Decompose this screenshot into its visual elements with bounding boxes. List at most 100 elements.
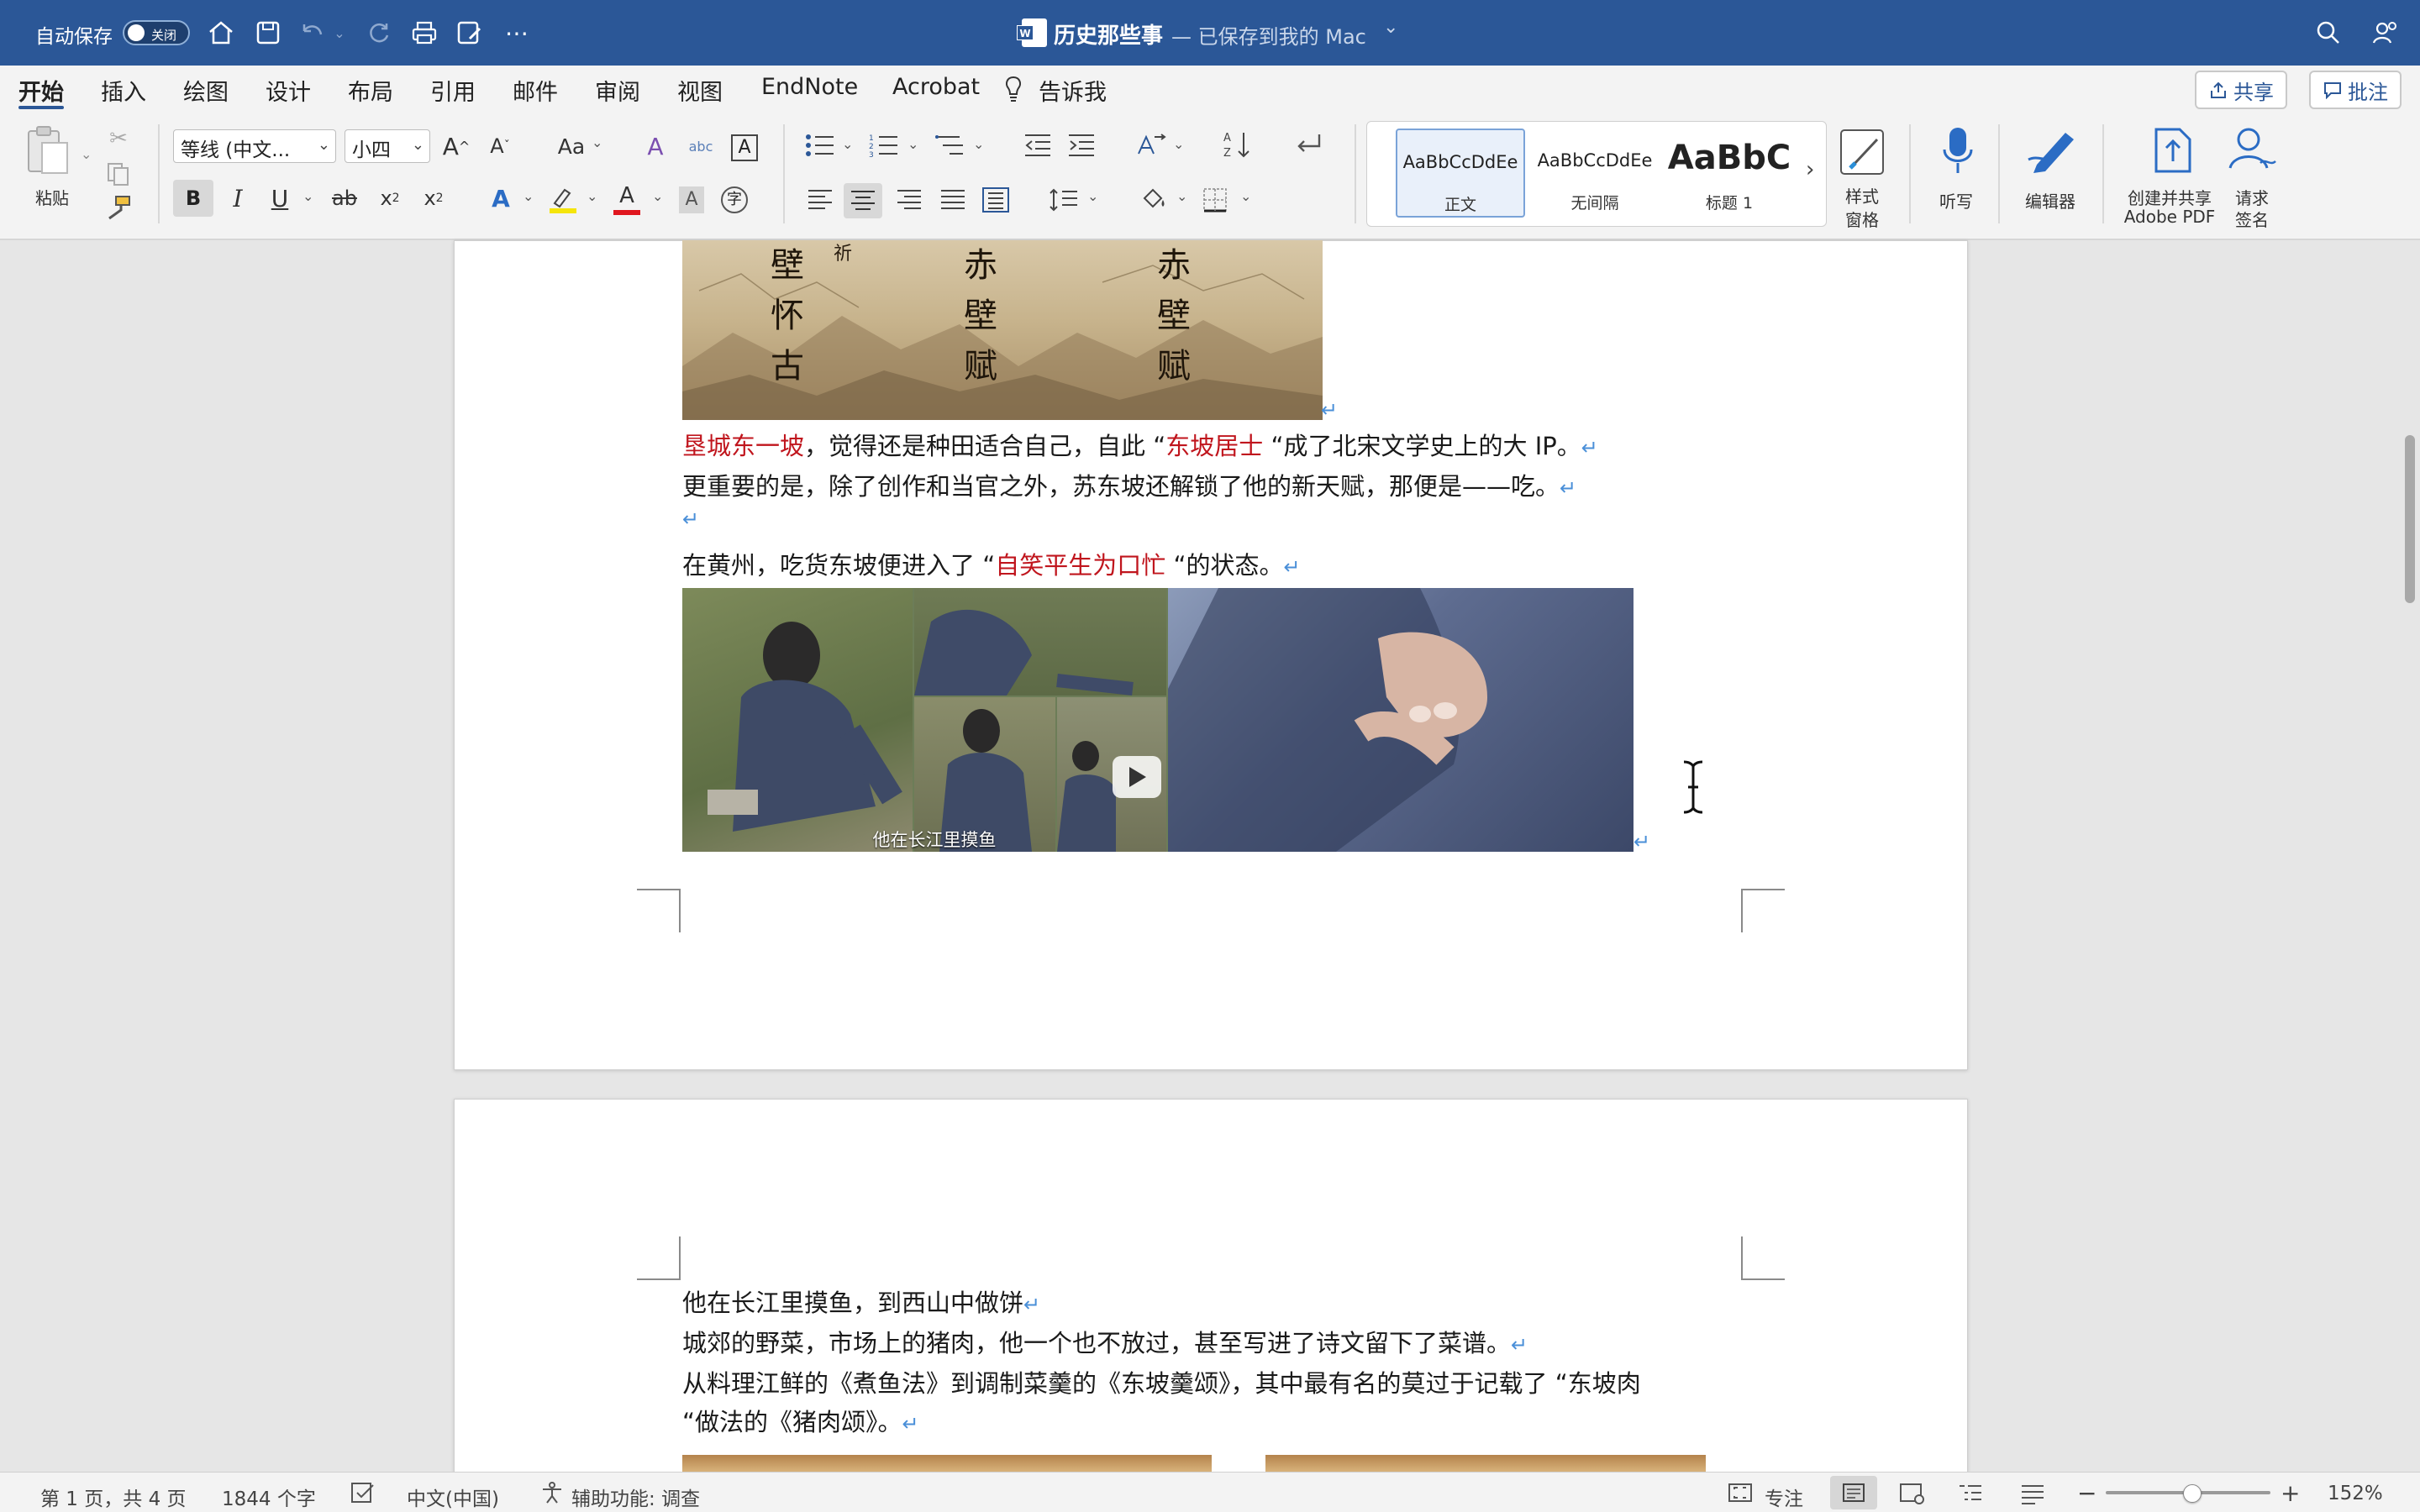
account-icon[interactable] bbox=[2368, 15, 2403, 50]
align-center-button[interactable] bbox=[844, 183, 882, 218]
chevron-down-icon[interactable]: ⌄ bbox=[523, 188, 534, 204]
chevron-down-icon[interactable]: ⌄ bbox=[652, 188, 663, 204]
undo-icon[interactable] bbox=[294, 15, 329, 50]
chevron-down-icon[interactable]: ⌄ bbox=[302, 188, 313, 204]
change-case-button[interactable]: Aa bbox=[555, 131, 588, 161]
chevron-down-icon[interactable]: ⌄ bbox=[1176, 188, 1187, 204]
doc-paragraph-5[interactable]: 城郊的野菜，市场上的猪肉，他一个也不放过，甚至写进了诗文留下了菜谱。↵ bbox=[682, 1324, 1528, 1359]
paste-dropdown-icon[interactable]: ⌄ bbox=[81, 146, 92, 162]
autosave-toggle[interactable]: 关闭 bbox=[123, 20, 190, 45]
accessibility-icon[interactable] bbox=[539, 1481, 565, 1504]
bullets-icon[interactable] bbox=[805, 133, 835, 158]
align-left-icon[interactable] bbox=[807, 188, 834, 212]
chevron-down-icon[interactable]: ⌄ bbox=[1240, 188, 1251, 204]
superscript-button[interactable]: x2 bbox=[418, 181, 449, 215]
home-icon[interactable] bbox=[203, 15, 239, 50]
proofing-icon[interactable] bbox=[350, 1481, 376, 1504]
web-layout-icon[interactable] bbox=[1899, 1483, 1924, 1504]
strikethrough-button[interactable]: ab bbox=[328, 181, 361, 215]
subscript-button[interactable]: x2 bbox=[375, 181, 405, 215]
align-right-icon[interactable] bbox=[896, 188, 923, 212]
more-icon[interactable]: ⋯ bbox=[499, 15, 534, 50]
line-spacing-icon[interactable] bbox=[1049, 186, 1079, 213]
play-icon[interactable] bbox=[1113, 756, 1161, 798]
tell-me-search[interactable]: 告诉我 bbox=[1039, 74, 1107, 107]
paste-icon[interactable] bbox=[24, 124, 71, 176]
zoom-slider-handle[interactable] bbox=[2183, 1484, 2202, 1503]
tab-acrobat[interactable]: Acrobat bbox=[892, 74, 980, 100]
highlight-icon[interactable] bbox=[548, 185, 578, 215]
undo-dropdown-icon[interactable]: ⌄ bbox=[329, 15, 350, 50]
zoom-level[interactable]: 152% bbox=[2328, 1483, 2383, 1504]
copy-icon[interactable] bbox=[106, 161, 131, 186]
chevron-down-icon[interactable]: ⌄ bbox=[842, 136, 853, 152]
video-collage-image[interactable]: 他在长江里摸鱼 bbox=[682, 588, 1634, 852]
style-no-spacing[interactable]: AaBbCcDdEe 无间隔 bbox=[1530, 129, 1660, 218]
cut-icon[interactable]: ✂ bbox=[104, 126, 133, 151]
italic-button[interactable]: I bbox=[224, 181, 252, 215]
microphone-icon[interactable] bbox=[1943, 126, 1973, 176]
style-normal[interactable]: AaBbCcDdEe 正文 bbox=[1396, 129, 1525, 218]
font-name-dropdown[interactable]: 等线 (中文... ⌄ bbox=[173, 129, 336, 163]
text-effects-icon[interactable]: A bbox=[486, 181, 516, 215]
page2-image-left[interactable] bbox=[682, 1455, 1212, 1472]
word-count[interactable]: 1844 个字 bbox=[222, 1483, 316, 1511]
save-icon[interactable] bbox=[250, 15, 286, 50]
chevron-down-icon[interactable]: ⌄ bbox=[1087, 188, 1098, 204]
styles-pane-icon[interactable] bbox=[1839, 128, 1887, 176]
borders-icon[interactable] bbox=[1202, 186, 1228, 213]
font-color-icon[interactable]: A bbox=[612, 183, 642, 217]
print-layout-view-button[interactable] bbox=[1830, 1476, 1877, 1509]
zoom-out-button[interactable]: − bbox=[2077, 1479, 2096, 1507]
redo-icon[interactable] bbox=[361, 15, 397, 50]
doc-paragraph-2[interactable]: 更重要的是，除了创作和当官之外，苏东坡还解锁了他的新天赋，那便是——吃。↵ bbox=[682, 467, 1576, 502]
page2-image-right[interactable] bbox=[1265, 1455, 1706, 1472]
zoom-in-button[interactable]: + bbox=[2281, 1479, 2300, 1507]
comments-button[interactable]: 批注 bbox=[2309, 71, 2402, 109]
print-icon[interactable] bbox=[407, 15, 442, 50]
doc-paragraph-3[interactable]: 在黄州，吃货东坡便进入了 “自笑平生为口忙 “的状态。↵ bbox=[682, 546, 1301, 581]
title-chevron-icon[interactable]: ⌄ bbox=[1383, 17, 1398, 38]
character-shading-icon[interactable]: A bbox=[679, 186, 704, 213]
search-icon[interactable] bbox=[2311, 15, 2346, 50]
chevron-down-icon[interactable]: ⌄ bbox=[908, 136, 918, 152]
tab-mailings[interactable]: 邮件 bbox=[513, 74, 558, 107]
draft-view-icon[interactable] bbox=[2020, 1483, 2045, 1504]
doc-paragraph-4[interactable]: 他在长江里摸鱼，到西山中做饼↵ bbox=[682, 1284, 1040, 1319]
tab-design[interactable]: 设计 bbox=[266, 74, 311, 107]
tab-references[interactable]: 引用 bbox=[430, 74, 476, 107]
focus-mode[interactable]: 专注 bbox=[1765, 1483, 1803, 1511]
chevron-down-icon[interactable]: ⌄ bbox=[587, 188, 597, 204]
distributed-icon[interactable] bbox=[981, 186, 1010, 213]
increase-indent-icon[interactable] bbox=[1067, 133, 1096, 158]
font-size-dropdown[interactable]: 小四 ⌄ bbox=[345, 129, 430, 163]
tab-insert[interactable]: 插入 bbox=[101, 74, 146, 107]
show-formatting-marks-icon[interactable] bbox=[1294, 131, 1323, 158]
text-direction-icon[interactable] bbox=[1136, 133, 1166, 158]
tab-view[interactable]: 视图 bbox=[677, 74, 723, 107]
share-button[interactable]: 共享 bbox=[2195, 71, 2287, 109]
focus-icon[interactable] bbox=[1728, 1483, 1753, 1503]
underline-button[interactable]: U bbox=[266, 181, 294, 215]
accessibility-status[interactable]: 辅助功能: 调查 bbox=[571, 1483, 700, 1511]
page-count[interactable]: 第 1 页，共 4 页 bbox=[40, 1483, 187, 1511]
save-as-icon[interactable] bbox=[452, 15, 487, 50]
request-signature-icon[interactable] bbox=[2227, 124, 2282, 176]
phonetic-guide-icon[interactable]: abc bbox=[686, 131, 716, 161]
multilevel-list-icon[interactable] bbox=[934, 133, 965, 158]
chevron-down-icon[interactable]: ⌄ bbox=[592, 134, 602, 150]
tab-draw[interactable]: 绘图 bbox=[183, 74, 229, 107]
vertical-scrollbar[interactable] bbox=[2405, 435, 2415, 603]
enclose-characters-icon[interactable]: 字 bbox=[721, 186, 748, 213]
styles-next-icon[interactable]: › bbox=[1806, 157, 1814, 182]
decrease-indent-icon[interactable] bbox=[1023, 133, 1052, 158]
style-heading-1[interactable]: AaBbC 标题 1 bbox=[1665, 129, 1794, 218]
numbering-icon[interactable]: 123 bbox=[869, 133, 899, 158]
bold-button[interactable]: B bbox=[173, 180, 213, 217]
create-pdf-icon[interactable] bbox=[2151, 124, 2196, 176]
outline-view-icon[interactable] bbox=[1958, 1483, 1983, 1504]
grow-font-icon[interactable]: A ^ bbox=[442, 131, 471, 161]
editor-icon[interactable] bbox=[2025, 126, 2081, 176]
character-border-icon[interactable]: A bbox=[731, 134, 758, 161]
format-painter-icon[interactable] bbox=[104, 195, 131, 222]
